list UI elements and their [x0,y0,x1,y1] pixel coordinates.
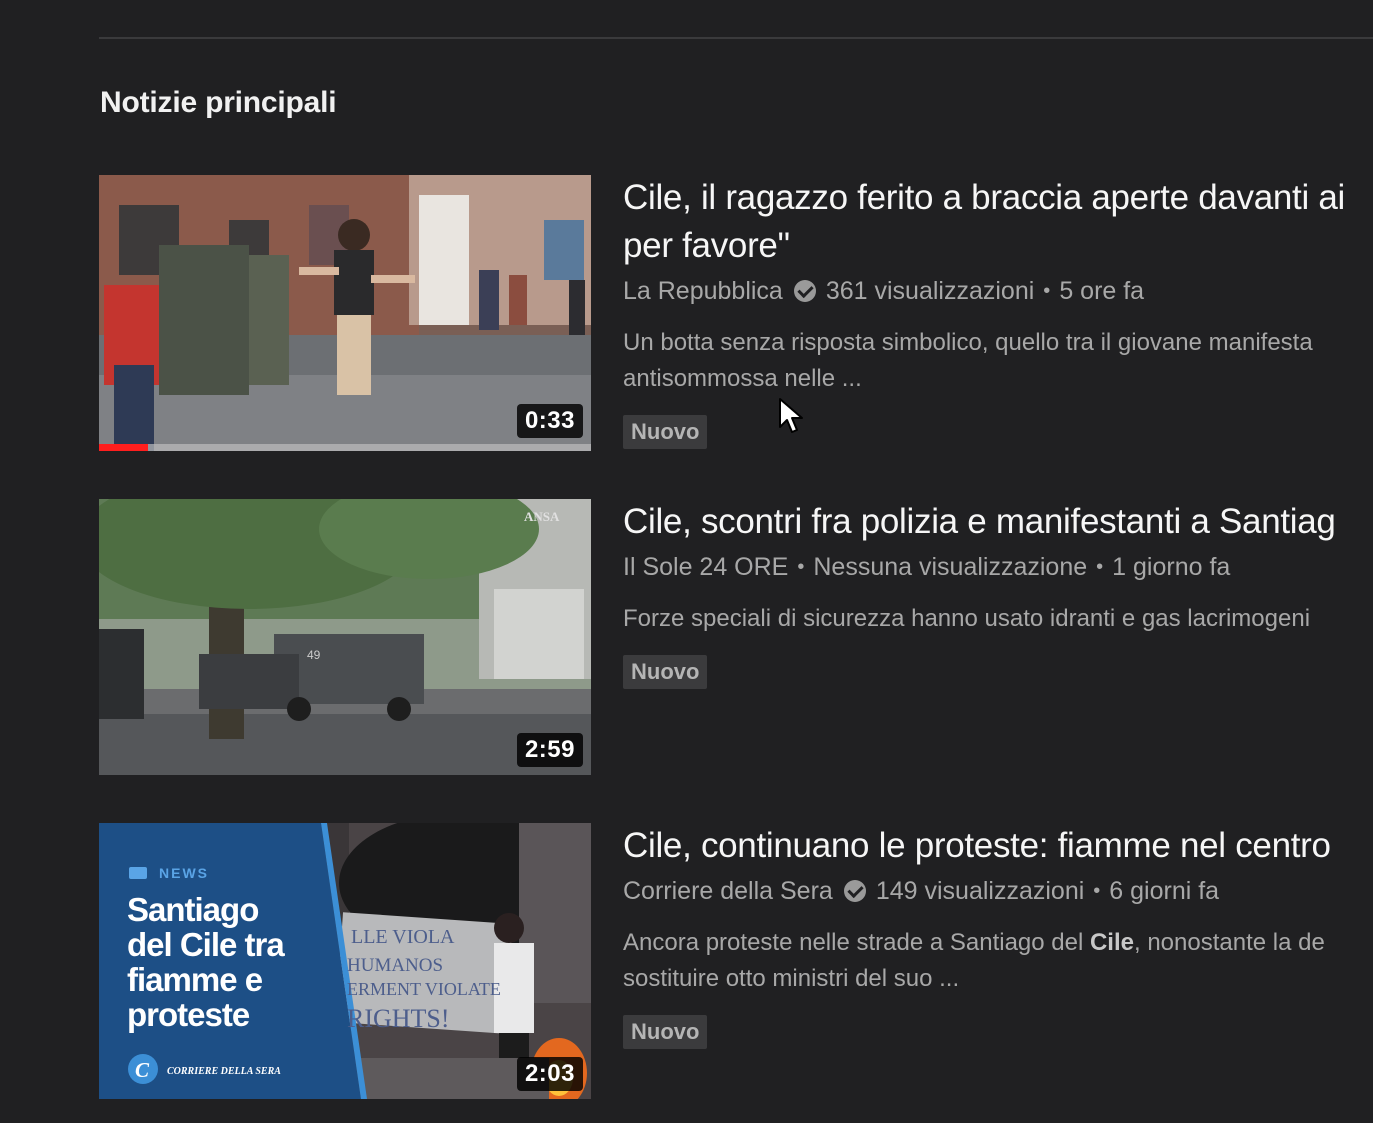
duration-badge: 2:59 [516,733,583,767]
divider [99,37,1373,39]
section-title: Notizie principali [100,86,337,119]
watch-progress-track [99,444,591,451]
watch-progress-fill [99,444,149,451]
meta-separator: • [1093,879,1101,902]
video-description: Forze speciali di sicurezza hanno usato … [623,605,1311,632]
video-meta: Corriere della Sera 149 visualizzazioni … [623,873,1373,909]
thumb-headline-line: del Cile tra [127,926,285,963]
video-info: Cile, continuano le proteste: fiamme nel… [623,823,1373,1049]
thumb-sign-line: RIGHTS! [347,1004,450,1033]
video-title[interactable]: Cile, scontri fra polizia e manifestanti… [623,498,1373,546]
video-meta: Il Sole 24 ORE • Nessuna visualizzazione… [623,549,1373,585]
thumb-watermark: ANSA [524,509,560,524]
video-thumbnail[interactable]: 0:33 [99,175,591,451]
video-title[interactable]: Cile, continuano le proteste: fiamme nel… [623,822,1373,870]
video-info: Cile, scontri fra polizia e manifestanti… [623,499,1373,689]
thumb-headline-line: Santiago [127,891,258,928]
new-badge: Nuovo [623,655,708,689]
thumb-sign-line: HUMANOS [347,955,443,976]
video-thumbnail[interactable]: 49 ANSA 2:59 [99,499,591,775]
meta-separator: • [1043,279,1051,302]
video-item[interactable]: NEWS Santiago del Cile tra fiamme e prot… [99,823,1373,1099]
channel-name[interactable]: Corriere della Sera [623,877,833,906]
meta-separator: • [797,555,805,578]
channel-name[interactable]: Il Sole 24 ORE [623,553,788,582]
thumb-sign-line: ERMENT VIOLATE [347,979,501,999]
thumb-brand-letter: C [135,1058,150,1082]
view-count: 149 visualizzazioni [875,876,1085,905]
verified-check-icon [793,280,816,302]
thumb-sign-line: LLE VIOLA [351,926,455,948]
thumb-vehicle-number: 49 [307,648,321,662]
page: Notizie principali 0:33 Cile, il ragazzo… [0,0,1373,1123]
upload-age: 6 giorni fa [1109,876,1220,905]
thumb-headline-line: fiamme e [127,961,263,998]
view-count: Nessuna visualizzazione [813,552,1088,581]
thumb-headline-line: proteste [127,996,250,1033]
video-title[interactable]: Cile, il ragazzo ferito a braccia aperte… [623,174,1373,270]
new-badge: Nuovo [623,415,708,449]
upload-age: 1 giorno fa [1112,552,1231,581]
video-thumbnail[interactable]: NEWS Santiago del Cile tra fiamme e prot… [99,823,591,1099]
video-description: Ancora proteste nelle strade a Santiago … [623,925,1373,997]
description-text: Ancora proteste nelle strade a Santiago … [623,929,1090,956]
video-item[interactable]: 49 ANSA 2:59 Cile, scontri fra polizia e… [99,499,1373,775]
view-count: 361 visualizzazioni [825,276,1035,305]
video-meta: La Repubblica 361 visualizzazioni • 5 or… [623,273,1373,309]
verified-check-icon [843,880,866,902]
new-badge: Nuovo [623,1015,708,1049]
video-info: Cile, il ragazzo ferito a braccia aperte… [623,175,1373,449]
duration-badge: 2:03 [516,1057,583,1091]
thumb-brand: CORRIERE DELLA SERA [167,1066,281,1077]
video-description: Un botta senza risposta simbolico, quell… [623,329,1313,392]
description-highlight: Cile [1089,929,1134,956]
duration-badge: 0:33 [516,404,583,438]
thumb-tag: NEWS [159,865,209,881]
channel-name[interactable]: La Repubblica [623,277,783,306]
video-item[interactable]: 0:33 Cile, il ragazzo ferito a braccia a… [99,175,1373,451]
upload-age: 5 ore fa [1059,276,1145,305]
meta-separator: • [1096,555,1104,578]
mouse-cursor-icon [779,398,803,433]
